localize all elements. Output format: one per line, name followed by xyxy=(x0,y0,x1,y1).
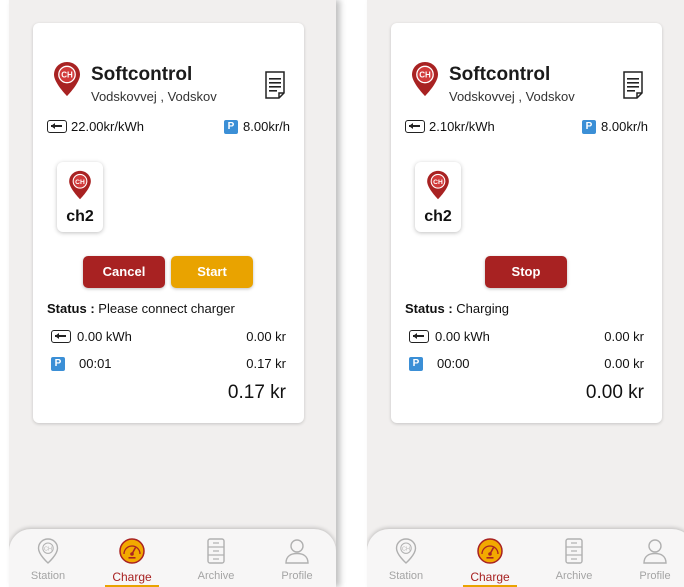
parking-meter-row: P 00:00 0.00 kr xyxy=(409,356,644,374)
pin-text: CH xyxy=(433,179,443,186)
nav-charge[interactable]: Charge xyxy=(460,537,520,587)
parking-meter-row: P 00:01 0.17 kr xyxy=(51,356,286,374)
station-pin-icon: CH xyxy=(395,538,417,564)
connector-pin-icon: CH xyxy=(427,170,449,200)
parking-icon: P xyxy=(582,119,597,134)
profile-person-icon xyxy=(285,539,309,564)
connector-label: ch2 xyxy=(424,208,452,225)
status-value: Charging xyxy=(452,301,510,316)
svg-text:CH: CH xyxy=(44,546,52,552)
pin-text: CH xyxy=(75,179,85,186)
nav-archive-label: Archive xyxy=(197,570,235,582)
plug-icon xyxy=(47,120,67,133)
parking-cost: 0.17 kr xyxy=(246,356,286,371)
energy-cost: 0.00 kr xyxy=(246,329,286,344)
stop-button[interactable]: Stop xyxy=(485,256,567,288)
plug-icon xyxy=(51,330,71,343)
parking-price: P 8.00kr/h xyxy=(582,119,648,134)
energy-consumed: 0.00 kWh xyxy=(435,329,490,344)
charge-session-card: CH Softcontrol Vodskovvej , Vodskov 22.0… xyxy=(33,23,304,423)
location-pin-icon: CH xyxy=(412,62,438,96)
site-name: Softcontrol xyxy=(91,64,193,85)
parking-icon: P xyxy=(51,356,65,371)
energy-price: 22.00kr/kWh xyxy=(47,119,144,134)
energy-price-value: 22.00kr/kWh xyxy=(71,119,144,134)
connector-pin-icon: CH xyxy=(69,170,91,200)
nav-charge-label: Charge xyxy=(470,570,510,584)
energy-cost: 0.00 kr xyxy=(604,329,644,344)
profile-person-icon xyxy=(643,539,667,564)
energy-price-value: 2.10kr/kWh xyxy=(429,119,495,134)
cancel-button[interactable]: Cancel xyxy=(83,256,165,288)
nav-charge[interactable]: Charge xyxy=(102,537,162,587)
status-label: Status : xyxy=(47,301,95,316)
parking-icon: P xyxy=(224,119,239,134)
parking-time: 00:01 xyxy=(79,356,112,371)
site-address: Vodskovvej , Vodskov xyxy=(91,89,217,104)
energy-meter-row: 0.00 kWh 0.00 kr xyxy=(51,329,286,347)
nav-profile-label: Profile xyxy=(281,570,313,582)
location-pin-icon: CH xyxy=(54,62,80,96)
total-cost: 0.00 kr xyxy=(585,382,644,403)
station-pin-icon: CH xyxy=(37,538,59,564)
nav-station-label: Station xyxy=(388,570,424,582)
status-line: Status : Please connect charger xyxy=(47,301,235,316)
nav-station[interactable]: CH Station xyxy=(18,537,78,582)
archive-cabinet-icon xyxy=(207,538,225,564)
start-button[interactable]: Start xyxy=(171,256,253,288)
phone-screen-awaiting: CH Softcontrol Vodskovvej , Vodskov 22.0… xyxy=(9,0,336,587)
plug-icon xyxy=(405,120,425,133)
nav-station-label: Station xyxy=(30,570,66,582)
document-icon[interactable] xyxy=(622,71,644,99)
parking-price-value: 8.00kr/h xyxy=(243,119,290,134)
energy-meter-row: 0.00 kWh 0.00 kr xyxy=(409,329,644,347)
charge-gauge-icon xyxy=(477,538,503,564)
nav-station[interactable]: CH Station xyxy=(376,537,436,582)
status-label: Status : xyxy=(405,301,453,316)
connector-tile[interactable]: CH ch2 xyxy=(57,162,103,232)
energy-consumed: 0.00 kWh xyxy=(77,329,132,344)
parking-icon: P xyxy=(409,356,423,371)
bottom-navigation: CH Station Charge Archive Profile xyxy=(9,529,336,587)
status-line: Status : Charging xyxy=(405,301,509,316)
nav-profile[interactable]: Profile xyxy=(625,537,684,582)
charge-gauge-icon xyxy=(119,538,145,564)
site-address: Vodskovvej , Vodskov xyxy=(449,89,575,104)
nav-profile[interactable]: Profile xyxy=(267,537,327,582)
parking-cost: 0.00 kr xyxy=(604,356,644,371)
bottom-navigation: CH Station Charge Archive Profile xyxy=(367,529,684,587)
parking-price-value: 8.00kr/h xyxy=(601,119,648,134)
total-cost: 0.17 kr xyxy=(227,382,286,403)
nav-archive[interactable]: Archive xyxy=(544,537,604,582)
plug-icon xyxy=(409,330,429,343)
price-row: 2.10kr/kWh P 8.00kr/h xyxy=(405,119,648,137)
nav-charge-label: Charge xyxy=(112,570,152,584)
price-row: 22.00kr/kWh P 8.00kr/h xyxy=(47,119,290,137)
nav-archive[interactable]: Archive xyxy=(186,537,246,582)
parking-time: 00:00 xyxy=(437,356,470,371)
app-comparison: CH Softcontrol Vodskovvej , Vodskov 22.0… xyxy=(0,0,684,587)
nav-profile-label: Profile xyxy=(639,570,671,582)
connector-tile[interactable]: CH ch2 xyxy=(415,162,461,232)
pin-text: CH xyxy=(61,71,73,80)
nav-archive-label: Archive xyxy=(555,570,593,582)
pin-text: CH xyxy=(419,71,431,80)
status-value: Please connect charger xyxy=(94,301,235,316)
phone-screen-charging: CH Softcontrol Vodskovvej , Vodskov 2.10… xyxy=(367,0,684,587)
connector-label: ch2 xyxy=(66,208,94,225)
parking-price: P 8.00kr/h xyxy=(224,119,290,134)
archive-cabinet-icon xyxy=(565,538,583,564)
site-name: Softcontrol xyxy=(449,64,551,85)
document-icon[interactable] xyxy=(264,71,286,99)
charge-session-card: CH Softcontrol Vodskovvej , Vodskov 2.10… xyxy=(391,23,662,423)
energy-price: 2.10kr/kWh xyxy=(405,119,495,134)
svg-text:CH: CH xyxy=(402,546,410,552)
